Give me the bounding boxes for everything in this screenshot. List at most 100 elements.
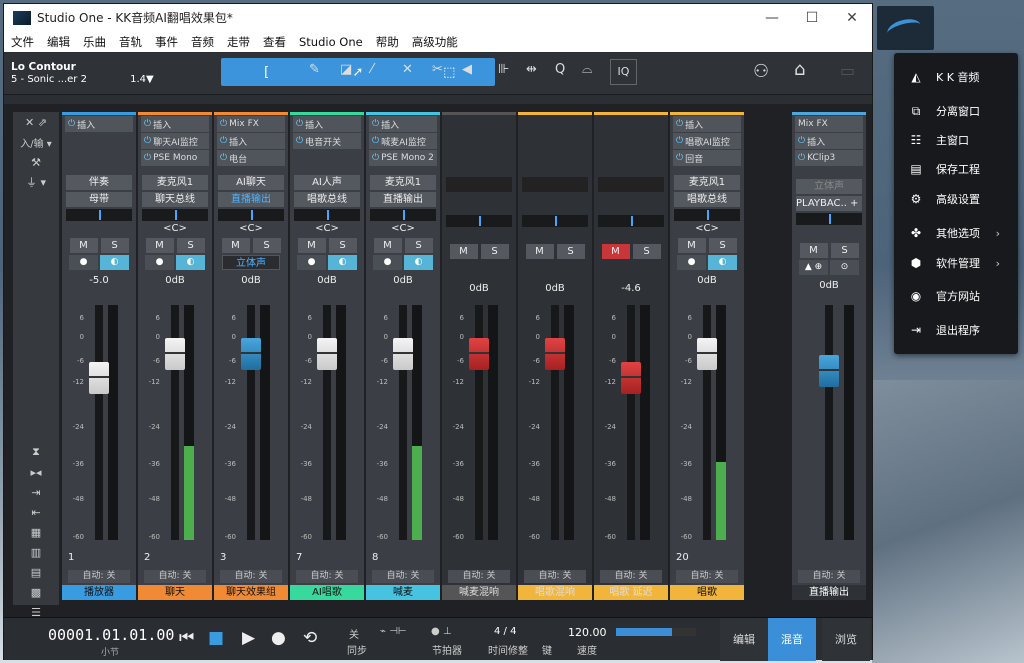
channel-name[interactable]: 唱歌混响 (518, 585, 592, 600)
mute-button[interactable]: M (297, 238, 326, 253)
context-menu-item[interactable]: ◉ 官方网站 (894, 284, 1018, 308)
automation-mode[interactable]: 自动: 关 (68, 570, 130, 583)
channel-name[interactable]: AI唱歌 (290, 585, 364, 600)
maximize-button[interactable]: ☐ (792, 10, 832, 26)
input-icon[interactable]: ⇥ (13, 482, 59, 502)
mixfx-slot[interactable]: Mix FX (795, 116, 863, 132)
output-selector[interactable]: 聊天总线 (142, 192, 208, 207)
record-icon[interactable]: ● (271, 628, 286, 648)
mute-button[interactable]: M (221, 238, 250, 253)
power-icon[interactable]: ⏻ (144, 136, 151, 146)
input-selector[interactable]: AI聊天 (218, 175, 284, 190)
power-icon[interactable]: ⏻ (220, 119, 227, 129)
record-arm-icon[interactable]: ● (145, 255, 174, 270)
context-menu-item[interactable]: ⇥ 退出程序 (894, 318, 1018, 342)
menu-transport[interactable]: 走带 (227, 34, 250, 50)
automation-mode[interactable]: 自动: 关 (798, 570, 860, 583)
minimize-button[interactable]: — (752, 10, 792, 26)
iq-button[interactable]: IQ (610, 59, 637, 85)
menu-studio-one[interactable]: Studio One (299, 35, 363, 49)
input-selector[interactable]: 麦克风1 (142, 175, 208, 190)
instrument-icon[interactable]: ▦ (13, 522, 59, 542)
monitor-icon[interactable]: ◐ (328, 255, 357, 270)
monitor-icon[interactable]: ◐ (708, 255, 737, 270)
paint-tool-icon[interactable]: ⁄ (371, 62, 373, 77)
range-tool-icon[interactable]: ⬚ (404, 58, 495, 86)
mute-button[interactable]: M (373, 238, 402, 253)
empty-slot[interactable] (65, 133, 133, 149)
volume-fader[interactable] (469, 338, 489, 371)
automation-mode[interactable]: 自动: 关 (676, 570, 738, 583)
volume-fader[interactable] (165, 338, 185, 371)
input-selector[interactable]: 伴奏 (66, 175, 132, 190)
insert-slot[interactable]: ⏻ 喊麦AI监控 (369, 133, 437, 149)
bracket-tool-icon[interactable]: [ (221, 58, 312, 86)
pan-slider[interactable] (142, 209, 208, 221)
stretch-tool-icon[interactable]: ⇹ (526, 62, 537, 77)
mute-button[interactable]: M (799, 243, 828, 258)
input-output-toggle[interactable]: 入/输 ▾ (13, 132, 59, 152)
solo-button[interactable]: S (328, 238, 357, 253)
wrench-icon[interactable]: ⚒ (13, 152, 59, 172)
solo-button[interactable]: S (480, 244, 509, 259)
power-icon[interactable]: ⏻ (676, 119, 683, 129)
input-selector[interactable]: 立体声 (796, 179, 862, 194)
power-icon[interactable]: ⏻ (372, 119, 379, 129)
power-icon[interactable]: ⏻ (676, 136, 683, 146)
output-selector[interactable]: 唱歌总线 (294, 192, 360, 207)
pan-slider[interactable] (796, 213, 862, 225)
record-arm-icon[interactable]: ● (69, 255, 98, 270)
power-icon[interactable]: ⏻ (220, 153, 227, 163)
volume-fader[interactable] (819, 355, 839, 387)
insert-slot[interactable]: ⏻ 聊天AI监控 (141, 133, 209, 149)
pan-slider[interactable] (66, 209, 132, 221)
solo-button[interactable]: S (176, 238, 205, 253)
track-ratio[interactable]: 1.4▼ (130, 74, 154, 85)
record-arm-icon[interactable]: ● (373, 255, 402, 270)
mute-button[interactable]: M (525, 244, 554, 259)
bend-tool-icon[interactable]: ⊪ (498, 62, 509, 77)
menu-audio[interactable]: 音频 (191, 34, 214, 50)
channel-name[interactable]: 聊天 (138, 585, 212, 600)
automation-mode[interactable]: 自动: 关 (448, 570, 510, 583)
power-icon[interactable]: ⏻ (144, 119, 151, 129)
menu-file[interactable]: 文件 (11, 34, 34, 50)
context-menu-item[interactable]: ▤ 保存工程 (894, 157, 1018, 181)
insert-slot[interactable]: ⏻ 回音 (673, 150, 741, 166)
power-icon[interactable]: ⏻ (676, 153, 683, 163)
pan-slider[interactable] (598, 215, 664, 227)
kclip-slot[interactable]: ⏻ KClip3 (795, 150, 863, 166)
expand-icon[interactable]: ▸◂ (13, 462, 59, 482)
time-signature[interactable]: 4 / 4 (494, 626, 516, 637)
insert-slot[interactable]: ⏻ 插入 (217, 133, 285, 149)
home-icon[interactable]: ⌂ (794, 59, 805, 80)
context-menu-item[interactable]: ◭ K K 音频 (894, 65, 1018, 89)
power-icon[interactable]: ⏻ (798, 136, 805, 146)
input-selector[interactable]: 麦克风1 (370, 175, 436, 190)
context-menu-item[interactable]: ⚙ 高级设置 (894, 187, 1018, 211)
insert-slot[interactable]: ⏻ 插入 (141, 116, 209, 132)
tab-browse[interactable]: 浏览 (822, 618, 870, 661)
context-menu-item[interactable]: ✤ 其他选项 › (894, 221, 1018, 245)
solo-button[interactable]: S (100, 238, 129, 253)
tab-mix[interactable]: 混音 (768, 618, 816, 661)
insert-slot[interactable]: ⏻ Mix FX (217, 116, 285, 132)
pan-slider[interactable] (294, 209, 360, 221)
automation-mode[interactable]: 自动: 关 (296, 570, 358, 583)
kk-audio-tray-icon[interactable] (877, 6, 934, 50)
insert-slot[interactable]: ⏻ 插入 (369, 116, 437, 132)
split-tool-icon[interactable]: ✂ (432, 62, 443, 77)
empty-slot[interactable] (65, 150, 133, 166)
fx-icon[interactable]: ▤ (13, 562, 59, 582)
menu-track[interactable]: 音轨 (119, 34, 142, 50)
insert-slot[interactable]: ⏻ 电音开关 (293, 133, 361, 149)
timecode-display[interactable]: 00001.01.01.00 (48, 626, 174, 644)
stereo-label[interactable]: 立体声 (222, 255, 280, 270)
input-selector[interactable]: 麦克风1 (674, 175, 740, 190)
power-icon[interactable]: ⏻ (372, 136, 379, 146)
plug-icon[interactable]: ⏚ ▾ (13, 172, 59, 192)
insert-slot[interactable]: ⏻ 插入 (795, 133, 863, 149)
tab-edit[interactable]: 编辑 (720, 618, 768, 661)
record-arm-icon[interactable]: ● (297, 255, 326, 270)
mute-button[interactable]: M (69, 238, 98, 253)
